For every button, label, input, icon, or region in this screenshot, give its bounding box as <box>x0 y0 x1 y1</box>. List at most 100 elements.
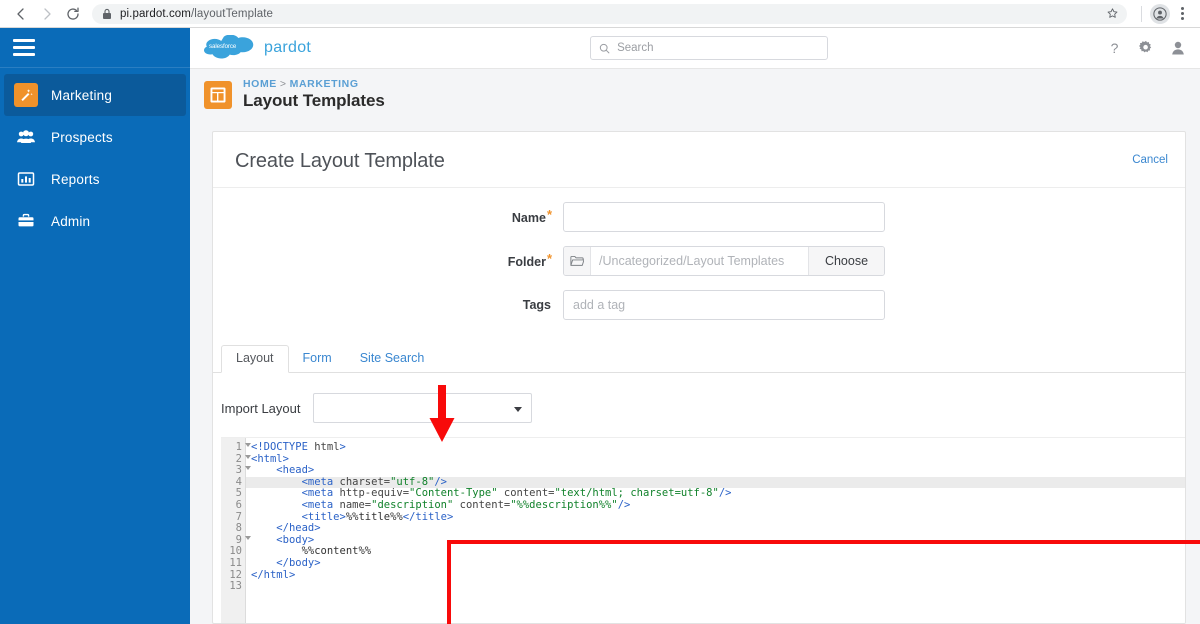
folder-input-group: /Uncategorized/Layout Templates Choose <box>563 246 885 276</box>
left-sidebar: Marketing Prospects Reports Admin <box>0 28 190 624</box>
briefcase-icon <box>14 209 38 233</box>
address-bar[interactable]: pi.pardot.com/layoutTemplate <box>92 3 1127 24</box>
cancel-button[interactable]: Cancel <box>1132 154 1168 166</box>
breadcrumb: HOME > MARKETING <box>243 78 385 90</box>
content-area: Create Layout Template Cancel Name* Fold… <box>190 120 1200 624</box>
name-label-text: Name <box>511 210 546 225</box>
import-layout-label: Import Layout <box>221 400 301 416</box>
chevron-down-icon <box>513 407 522 412</box>
url-domain: pi.pardot.com <box>120 7 191 20</box>
forward-arrow-icon <box>39 6 55 22</box>
folder-field-row: Folder* /Uncategorized/Layout Templates … <box>213 246 1185 276</box>
topbar-actions: ? <box>1107 40 1186 56</box>
tab-form[interactable]: Form <box>289 346 346 372</box>
pardot-logo[interactable]: salesforce pardot <box>204 34 312 61</box>
tags-field-row: Tags add a tag <box>213 290 1185 320</box>
pardot-wordmark: pardot <box>264 39 312 56</box>
editor-code-area[interactable]: <!DOCTYPE html> <html> <head> <meta chars… <box>246 438 1185 623</box>
editor-code-line: <!DOCTYPE html> <box>251 441 346 453</box>
app-window: Marketing Prospects Reports Admin salesf… <box>0 28 1200 624</box>
editor-code-line: <body> <box>276 533 315 546</box>
back-button[interactable] <box>8 1 34 27</box>
toolbar-divider <box>1141 5 1142 22</box>
browser-right-controls <box>1135 3 1192 24</box>
editor-code-line: </body> <box>276 556 321 569</box>
people-group-icon <box>14 125 38 149</box>
editor-line-number: 1 <box>221 441 251 454</box>
main-column: salesforce pardot Search ? HOME > MARKET… <box>190 28 1200 624</box>
address-bar-url: pi.pardot.com/layoutTemplate <box>120 4 1106 24</box>
choose-folder-button[interactable]: Choose <box>808 247 884 275</box>
tab-layout[interactable]: Layout <box>221 345 289 373</box>
required-asterisk: * <box>546 250 552 266</box>
sidebar-item-label: Prospects <box>51 129 113 145</box>
sidebar-item-admin[interactable]: Admin <box>4 200 186 242</box>
editor-line-number: 8 <box>235 522 242 535</box>
card-header: Create Layout Template Cancel <box>213 132 1185 173</box>
editor-line-number: 13 <box>229 580 242 593</box>
page-title: Layout Templates <box>243 91 385 110</box>
sidebar-item-reports[interactable]: Reports <box>4 158 186 200</box>
editor-gutter: 1 2 3 4 5 6 7 8 9 10 11 12 13 <box>221 438 251 623</box>
tags-input[interactable]: add a tag <box>563 290 885 320</box>
user-avatar-icon[interactable] <box>1170 40 1186 56</box>
lock-icon <box>102 8 112 20</box>
create-layout-template-card: Create Layout Template Cancel Name* Fold… <box>212 131 1186 624</box>
breadcrumb-separator: > <box>279 78 287 90</box>
bookmark-star-icon[interactable] <box>1106 7 1119 20</box>
profile-avatar-icon[interactable] <box>1150 3 1170 24</box>
folder-label-text: Folder <box>507 254 546 269</box>
reload-icon <box>65 6 81 22</box>
folder-path-value[interactable]: /Uncategorized/Layout Templates <box>591 247 808 275</box>
editor-code-line: </head> <box>276 522 321 535</box>
forward-button[interactable] <box>34 1 60 27</box>
browser-toolbar: pi.pardot.com/layoutTemplate <box>0 0 1200 28</box>
salesforce-wordmark: salesforce <box>209 43 237 50</box>
folder-label: Folder* <box>213 250 563 269</box>
app-topbar: salesforce pardot Search ? <box>190 28 1200 69</box>
kebab-menu-icon[interactable] <box>1172 7 1192 20</box>
tags-label: Tags <box>522 298 551 312</box>
global-search-container: Search <box>311 36 1107 60</box>
editor-code-line: </html> <box>251 568 296 581</box>
sidebar-item-prospects[interactable]: Prospects <box>4 116 186 158</box>
code-editor[interactable]: 1 2 3 4 5 6 7 8 9 10 11 12 13 <!DOCTYPE html> <html> … <box>221 437 1185 623</box>
gear-icon[interactable] <box>1138 40 1154 56</box>
tab-site-search[interactable]: Site Search <box>346 346 439 372</box>
svg-text:?: ? <box>1111 40 1119 56</box>
card-divider <box>213 187 1185 188</box>
magic-wand-icon <box>14 83 38 107</box>
url-path: /layoutTemplate <box>190 7 274 20</box>
breadcrumb-home[interactable]: HOME <box>243 78 277 90</box>
folder-icon <box>564 247 591 275</box>
sidebar-item-label: Marketing <box>51 87 113 103</box>
name-field-row: Name* <box>213 202 1185 232</box>
required-asterisk: * <box>546 206 552 222</box>
question-mark-icon[interactable]: ? <box>1107 40 1122 56</box>
sidebar-item-marketing[interactable]: Marketing <box>4 74 186 116</box>
name-input[interactable] <box>563 202 885 232</box>
search-input[interactable]: Search <box>590 36 829 60</box>
card-title: Create Layout Template <box>235 150 445 172</box>
back-arrow-icon <box>13 6 29 22</box>
editor-tabs: Layout Form Site Search <box>213 345 1185 373</box>
import-layout-select[interactable] <box>312 393 532 423</box>
page-header: HOME > MARKETING Layout Templates <box>190 69 1200 120</box>
search-icon <box>599 43 610 54</box>
editor-code-line: <title>%%title%%</title> <box>301 510 454 523</box>
reload-button[interactable] <box>60 1 86 27</box>
bar-chart-icon <box>14 167 38 191</box>
sidebar-menu-toggle[interactable] <box>0 28 190 68</box>
salesforce-cloud-icon: salesforce <box>204 34 258 61</box>
breadcrumb-marketing[interactable]: MARKETING <box>290 78 359 90</box>
hamburger-menu-icon <box>13 39 35 56</box>
name-label: Name* <box>213 206 563 225</box>
editor-line-number: 11 <box>229 556 242 569</box>
editor-code-line <box>251 581 1185 593</box>
sidebar-item-label: Admin <box>51 213 91 229</box>
page-header-text: HOME > MARKETING Layout Templates <box>243 78 385 111</box>
search-placeholder: Search <box>617 42 654 54</box>
editor-line-number: 6 <box>235 498 242 511</box>
import-layout-row: Import Layout <box>213 393 1185 423</box>
layout-template-icon <box>204 80 232 109</box>
